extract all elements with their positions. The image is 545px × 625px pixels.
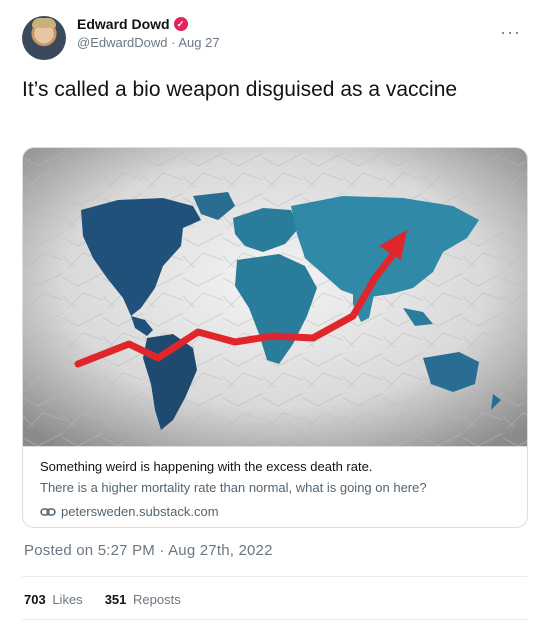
reposts-count: 351 xyxy=(104,592,127,607)
verified-badge-icon: ✓ xyxy=(173,17,188,31)
likes-count: 703 xyxy=(24,592,46,607)
likes-label: Likes xyxy=(52,592,83,607)
tweet-header: Edward Dowd ✓ @EdwardDowd · Aug 27 ··· xyxy=(22,14,527,64)
tweet-date[interactable]: Aug 27 xyxy=(178,35,219,50)
card-image[interactable] xyxy=(23,148,527,446)
meta-separator: · xyxy=(171,35,176,50)
link-icon xyxy=(40,507,56,516)
divider xyxy=(22,619,527,620)
card-link-row[interactable]: petersweden.substack.com xyxy=(40,504,219,519)
avatar[interactable] xyxy=(22,16,66,60)
engagement-stats: 703 Likes 351 Reposts xyxy=(24,592,203,607)
card-info[interactable]: Something weird is happening with the ex… xyxy=(23,446,527,527)
posted-timestamp: Posted on 5:27 PM · Aug 27th, 2022 xyxy=(24,542,273,559)
author-name-row: Edward Dowd ✓ xyxy=(77,16,188,32)
link-card[interactable]: Something weird is happening with the ex… xyxy=(22,147,528,528)
card-title[interactable]: Something weird is happening with the ex… xyxy=(40,459,372,474)
more-options-icon[interactable]: ··· xyxy=(500,22,521,43)
likes-stat[interactable]: 703 Likes xyxy=(24,592,83,607)
card-domain[interactable]: petersweden.substack.com xyxy=(61,504,219,519)
author-meta: @EdwardDowd · Aug 27 xyxy=(77,35,220,50)
author-handle[interactable]: @EdwardDowd xyxy=(77,35,168,50)
card-description: There is a higher mortality rate than no… xyxy=(40,480,427,495)
reposts-stat[interactable]: 351 Reposts xyxy=(105,592,181,607)
author-name[interactable]: Edward Dowd xyxy=(77,16,170,32)
reposts-label: Reposts xyxy=(133,592,181,607)
tweet-text: It’s called a bio weapon disguised as a … xyxy=(22,78,458,101)
divider xyxy=(22,576,527,577)
